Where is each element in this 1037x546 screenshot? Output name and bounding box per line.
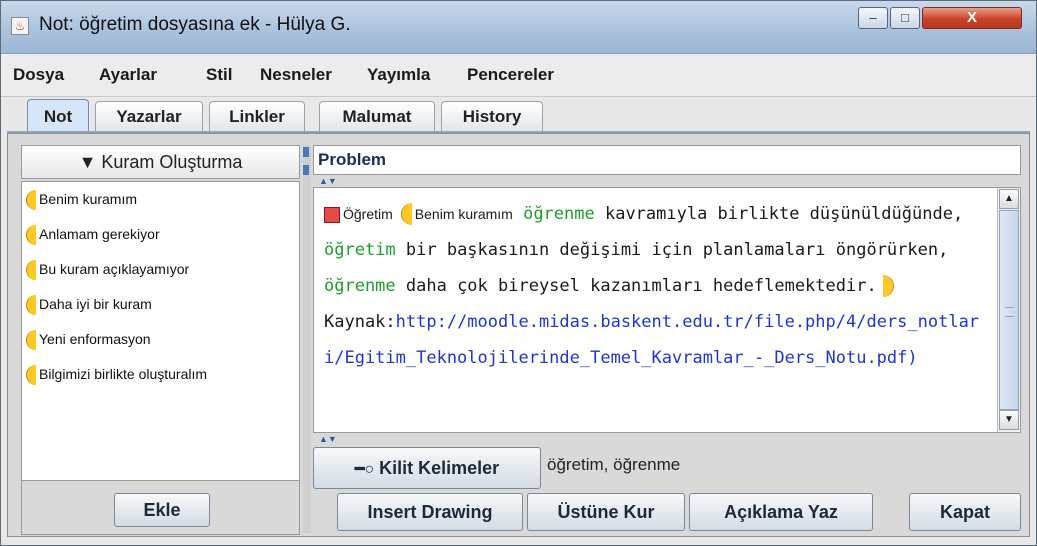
aciklama-yaz-button[interactable]: Açıklama Yaz	[689, 493, 873, 531]
list-item-label: Anlamam gerekiyor	[39, 226, 160, 242]
tab-linkler[interactable]: Linkler	[209, 101, 305, 131]
source-label: Kaynak:	[324, 312, 396, 332]
splitter-grip-icon[interactable]: ▲▼	[319, 435, 337, 444]
divider-arrow-icon[interactable]	[303, 147, 309, 157]
list-item[interactable]: Anlamam gerekiyor	[26, 221, 160, 247]
keyword: öğrenme	[324, 276, 396, 296]
note-editor[interactable]: Öğretim Benim kuramım öğrenme kavramıyla …	[313, 187, 1021, 433]
keyword: öğrenme	[523, 204, 595, 224]
scaffold-bracket-icon	[26, 225, 36, 246]
thumb-grip-icon	[1005, 307, 1014, 317]
menu-ayarlar[interactable]: Ayarlar	[99, 65, 157, 85]
splitter-grip-icon[interactable]: ▲▼	[319, 177, 337, 186]
support-tag[interactable]: Öğretim	[324, 206, 393, 224]
split-divider[interactable]	[303, 145, 311, 533]
scaffold-list: Benim kuramım Anlamam gerekiyor Bu kuram…	[21, 181, 300, 481]
tab-bar: Not Yazarlar Linkler Malumat History	[7, 99, 1036, 132]
menu-bar: Dosya Ayarlar Stil Nesneler Yayımla Penc…	[1, 54, 1036, 97]
list-item-label: Bu kuram açıklayamıyor	[39, 261, 190, 277]
tab-malumat[interactable]: Malumat	[319, 101, 435, 131]
keywords-button[interactable]: ━○ Kilit Kelimeler	[313, 447, 541, 489]
list-item-label: Yeni enformasyon	[39, 331, 151, 347]
tab-yazarlar[interactable]: Yazarlar	[95, 101, 203, 131]
scaffold-close-bracket-icon	[882, 275, 894, 297]
scaffold-bracket-icon	[26, 330, 36, 351]
scaffold-label: Benim kuramım	[414, 206, 513, 222]
scaffold-footer: Ekle	[21, 481, 300, 535]
scroll-up-icon[interactable]: ▲	[999, 189, 1019, 209]
java-app-icon: ♨	[11, 17, 29, 35]
list-item[interactable]: Bu kuram açıklayamıyor	[26, 256, 189, 282]
divider-arrow-icon[interactable]	[303, 165, 309, 175]
problem-label: Problem	[318, 150, 387, 169]
key-icon: ━○	[354, 461, 375, 478]
support-square-icon	[324, 207, 340, 224]
note-window: ♨ Not: öğretim dosyasına ek - Hülya G. –…	[0, 0, 1037, 546]
ustune-kur-button[interactable]: Üstüne Kur	[527, 493, 685, 531]
tab-not[interactable]: Not	[27, 99, 89, 132]
scroll-thumb[interactable]	[999, 210, 1019, 410]
menu-stil[interactable]: Stil	[206, 65, 232, 85]
window-title: Not: öğretim dosyasına ek - Hülya G.	[39, 14, 351, 35]
note-body[interactable]: Öğretim Benim kuramım öğrenme kavramıyla …	[324, 196, 984, 376]
scaffold-dropdown[interactable]: ▼ Kuram Oluşturma	[21, 145, 300, 179]
menu-pencereler[interactable]: Pencereler	[467, 65, 554, 85]
maximize-button[interactable]: □	[890, 7, 920, 29]
scaffold-bracket-icon	[26, 295, 36, 316]
keyword: öğretim	[324, 240, 396, 260]
menu-yayimla[interactable]: Yayımla	[367, 65, 430, 85]
tab-history[interactable]: History	[441, 101, 543, 131]
source-link[interactable]: http://moodle.midas.baskent.edu.tr/file.…	[324, 312, 979, 368]
scaffold-bracket-icon	[26, 260, 36, 281]
kapat-button[interactable]: Kapat	[909, 493, 1021, 531]
list-item-label: Benim kuramım	[39, 191, 138, 207]
title-bar[interactable]: ♨ Not: öğretim dosyasına ek - Hülya G. –…	[1, 1, 1036, 54]
close-button[interactable]: X	[922, 7, 1022, 29]
note-scrollbar[interactable]: ▲ ▼	[997, 188, 1020, 432]
scaffold-bracket-icon	[26, 365, 36, 386]
menu-dosya[interactable]: Dosya	[13, 65, 64, 85]
list-item[interactable]: Bilgimizi birlikte oluşturalım	[26, 361, 207, 387]
scaffold-open-bracket-icon	[400, 203, 412, 225]
menu-nesneler[interactable]: Nesneler	[260, 65, 332, 85]
minimize-button[interactable]: –	[858, 7, 888, 29]
list-item[interactable]: Benim kuramım	[26, 186, 137, 212]
note-text: daha çok bireysel kazanımları hedeflemek…	[395, 276, 877, 296]
add-button[interactable]: Ekle	[114, 493, 210, 527]
list-item[interactable]: Yeni enformasyon	[26, 326, 151, 352]
note-text: bir başkasının değişimi için planlamalar…	[395, 240, 949, 260]
note-text: kavramıyla birlikte düşünüldüğünde,	[594, 204, 964, 224]
scaffold-bracket-icon	[26, 190, 36, 211]
problem-field[interactable]: Problem	[313, 145, 1021, 175]
list-item-label: Daha iyi bir kuram	[39, 296, 152, 312]
list-item-label: Bilgimizi birlikte oluşturalım	[39, 366, 208, 382]
keywords-value[interactable]: öğretim, öğrenme	[547, 455, 680, 475]
keywords-button-label: Kilit Kelimeler	[379, 458, 500, 478]
insert-drawing-button[interactable]: Insert Drawing	[337, 493, 523, 531]
scaffold-panel: ▼ Kuram Oluşturma Benim kuramım Anlamam …	[21, 145, 300, 535]
scroll-down-icon[interactable]: ▼	[999, 410, 1019, 430]
list-item[interactable]: Daha iyi bir kuram	[26, 291, 152, 317]
